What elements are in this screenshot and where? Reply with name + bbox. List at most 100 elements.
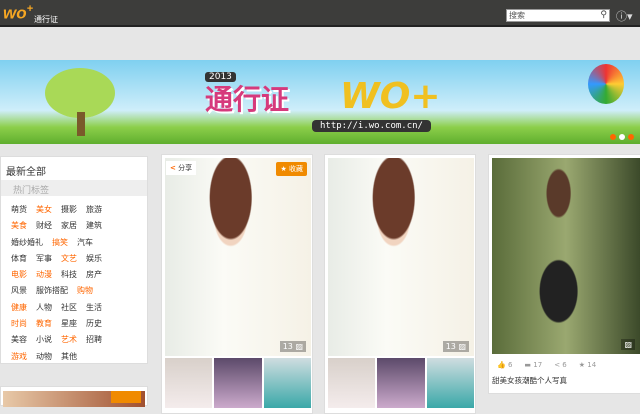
tag-link[interactable]: 动漫 [36,267,52,283]
hot-tags-label: 热门标签 [1,180,147,196]
tag-list: 萌货 美女 摄影 旅游美食 财经 家居 建筑婚纱婚礼 搞笑 汽车体育 军事 文艺 娱乐电影 动漫 科技 房产… [1,200,147,365]
tag-link[interactable]: 美食 [11,218,27,234]
like-button[interactable]: 👍 6 [497,361,512,369]
favorite-label: 收藏 [289,165,303,173]
tag-link[interactable]: 人物 [36,300,52,316]
photo-count-value: 13 [445,342,456,351]
like-count: 6 [507,361,513,369]
banner-brand: WO+ [340,76,441,117]
tag-link[interactable]: 动物 [36,349,52,365]
tag-link[interactable]: 服饰搭配 [36,283,68,299]
tag-link[interactable]: 房产 [86,267,102,283]
tag-link[interactable]: 招聘 [86,332,102,348]
share-label: 分享 [178,164,193,172]
search-input[interactable]: 搜索 ⚲ [506,9,610,22]
photo-card[interactable]: 13 ▨ [324,154,476,414]
favorite-button[interactable]: ★ 收藏 [276,162,307,176]
tag-link[interactable]: 科技 [61,267,77,283]
thumbnail[interactable] [328,358,376,408]
tag-link[interactable]: 汽车 [77,235,93,251]
thumbnail-strip [328,358,474,408]
balloon-illustration [588,64,624,104]
tag-link[interactable]: 其他 [61,349,77,365]
tag-sidebar: 最新全部 热门标签 萌货 美女 摄影 旅游美食 财经 家居 建筑婚纱婚礼 搞笑 汽车体育 军事 文艺… [0,156,148,364]
gallery-icon: ▨ [621,339,635,350]
tag-link[interactable]: 建筑 [86,218,102,234]
favorite-button[interactable]: ★ 14 [579,361,596,369]
photo-count: 13 ▨ [279,341,306,352]
tag-link[interactable]: 摄影 [61,202,77,218]
photo-caption[interactable]: 甜美女孩潮酷个人写真 [492,375,567,386]
star-icon: ★ [280,165,287,173]
search-placeholder: 搜索 [509,11,525,20]
tag-link[interactable]: 小说 [36,332,52,348]
thumbnail[interactable] [263,358,311,408]
tag-link[interactable]: 风景 [11,283,27,299]
tag-link[interactable]: 生活 [86,300,102,316]
share-count: 6 [562,361,567,369]
thumbnail[interactable] [426,358,474,408]
thumbnail-strip [165,358,311,408]
gallery-icon: ▨ [458,342,466,351]
tag-link[interactable]: 旅游 [86,202,102,218]
search-icon[interactable]: ⚲ [600,10,607,21]
wo-logo[interactable]: wo+ [3,3,33,24]
logo-plus: + [26,3,34,15]
share-button[interactable]: < 6 [554,361,567,369]
tag-link[interactable]: 萌货 [11,202,27,218]
share-icon: < [170,164,176,172]
tag-link[interactable]: 时尚 [11,316,27,332]
thumbnail[interactable] [214,358,262,408]
photo-image[interactable] [492,158,640,354]
tag-link[interactable]: 搞笑 [52,235,68,251]
banner-url: http://i.wo.com.cn/ [312,120,431,132]
banner[interactable]: 2013 通行证 WO+ http://i.wo.com.cn/ [0,60,640,144]
carousel-dot[interactable] [619,134,625,140]
tag-link[interactable]: 家居 [61,218,77,234]
tag-link[interactable]: 艺术 [61,332,77,348]
photo-card[interactable]: ▨ 👍 6 ▬ 17 < 6 ★ 14 甜美女孩潮酷个人写真 [488,154,640,394]
tag-link[interactable]: 文艺 [61,251,77,267]
tag-link[interactable]: 健康 [11,300,27,316]
tag-link[interactable]: 体育 [11,251,27,267]
photo-image[interactable] [328,158,474,356]
tag-link[interactable]: 星座 [61,316,77,332]
favorite-count: 14 [587,361,597,369]
photo-image[interactable] [165,158,311,356]
comment-button[interactable]: ▬ 17 [524,361,542,369]
info-icon[interactable]: ⓘ▾ [616,8,633,24]
tag-link[interactable]: 美女 [36,202,52,218]
tree-trunk [77,112,85,136]
gallery-icon: ▨ [295,342,303,351]
photo-stats: 👍 6 ▬ 17 < 6 ★ 14 [497,361,596,369]
tag-link[interactable]: 历史 [86,316,102,332]
banner-title: 通行证 [205,83,290,116]
carousel-dots[interactable] [610,134,634,140]
carousel-dot[interactable] [628,134,634,140]
passport-label: 通行证 [34,15,58,24]
carousel-dot[interactable] [610,134,616,140]
comment-count: 17 [533,361,543,369]
tag-link[interactable]: 教育 [36,316,52,332]
thumbnail[interactable] [377,358,425,408]
tag-link[interactable]: 美容 [11,332,27,348]
tag-link[interactable]: 电影 [11,267,27,283]
tag-link[interactable]: 婚纱婚礼 [11,235,43,251]
top-bar: wo+ 通行证 搜索 ⚲ ⓘ▾ [0,0,640,27]
thumbnail[interactable] [165,358,213,408]
photo-card[interactable]: < 分享 ★ 收藏 13 ▨ [161,154,313,414]
tag-link[interactable]: 社区 [61,300,77,316]
sidebar-card [0,386,148,407]
tag-link[interactable]: 军事 [36,251,52,267]
share-button[interactable]: < 分享 [166,161,197,175]
photo-count: 13 ▨ [442,341,469,352]
tree-illustration [45,68,115,118]
tag-link[interactable]: 购物 [77,283,93,299]
fav-button[interactable] [111,391,141,403]
tag-link[interactable]: 娱乐 [86,251,102,267]
tag-link[interactable]: 游戏 [11,349,27,365]
tag-link[interactable]: 财经 [36,218,52,234]
sidebar-title[interactable]: 最新全部 [1,157,147,180]
photo-count-value: 13 [282,342,293,351]
logo-text: wo [3,3,27,23]
